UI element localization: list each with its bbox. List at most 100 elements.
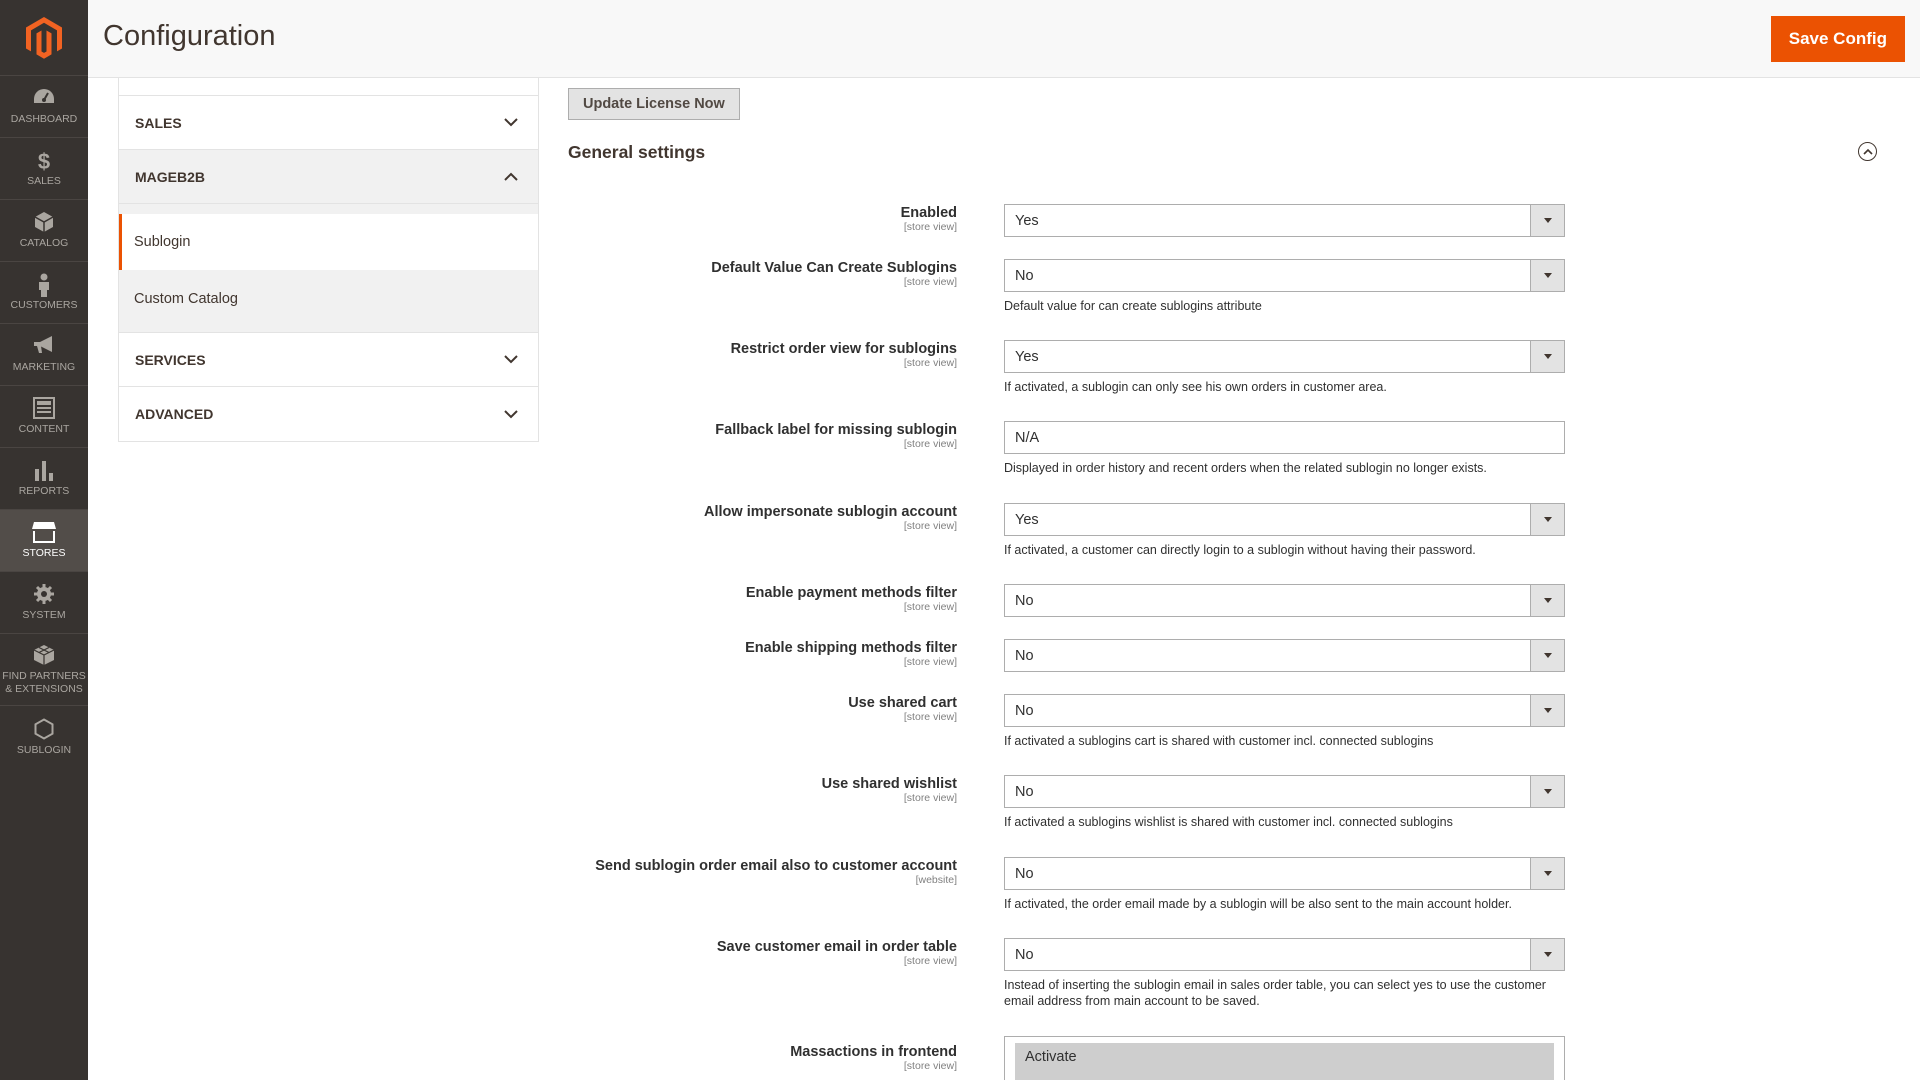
field-control: No If activated a sublogins cart is shar…	[1004, 694, 1565, 749]
field-label: Restrict order view for sublogins [store…	[517, 341, 957, 369]
person-icon	[36, 273, 52, 299]
field-label-text: Send sublogin order email also to custom…	[595, 858, 957, 874]
select-value: Yes	[1015, 511, 1039, 528]
nav-reports[interactable]: REPORTS	[0, 448, 88, 510]
field-label: Massactions in frontend [store view]	[517, 1044, 957, 1072]
nav-find-partners[interactable]: FIND PARTNERS & EXTENSIONS	[0, 634, 88, 706]
nav-catalog[interactable]: CATALOG	[0, 200, 88, 262]
field-control: Activate	[1004, 1036, 1565, 1080]
nav-content[interactable]: CONTENT	[0, 386, 88, 448]
field-label: Enable payment methods filter [store vie…	[517, 585, 957, 613]
nav-label: CONTENT	[18, 423, 70, 436]
tab-group-sales[interactable]: SALES	[119, 96, 538, 150]
massactions-multiselect[interactable]: Activate	[1004, 1036, 1565, 1080]
shipping-filter-select[interactable]: No	[1004, 639, 1565, 672]
select-value: No	[1015, 267, 1034, 284]
enabled-select[interactable]: Yes	[1004, 204, 1565, 237]
shared-wishlist-select[interactable]: No	[1004, 775, 1565, 808]
select-value: No	[1015, 865, 1034, 882]
save-config-button[interactable]: Save Config	[1770, 16, 1905, 62]
dropdown-arrow-icon	[1530, 504, 1564, 535]
dropdown-arrow-icon	[1530, 260, 1564, 291]
field-note: Displayed in order history and recent or…	[1004, 461, 1487, 475]
field-scope: [store view]	[903, 792, 957, 804]
dollar-icon: $	[37, 149, 51, 175]
field-control: No	[1004, 584, 1565, 617]
tab-item-sublogin[interactable]: Sublogin	[119, 214, 538, 270]
field-note: If activated, the order email made by a …	[1004, 897, 1512, 911]
field-label-text: Restrict order view for sublogins	[730, 341, 957, 357]
tab-group-advanced[interactable]: ADVANCED	[119, 387, 538, 441]
shared-cart-select[interactable]: No	[1004, 694, 1565, 727]
collapse-section-icon[interactable]	[1858, 142, 1877, 161]
order-email-select[interactable]: No	[1004, 857, 1565, 890]
field-label: Enabled [store view]	[517, 205, 957, 233]
dropdown-arrow-icon	[1530, 640, 1564, 671]
field-label-text: Use shared cart	[848, 695, 957, 711]
field-control: Yes	[1004, 204, 1565, 237]
dropdown-arrow-icon	[1530, 585, 1564, 616]
field-scope: [store view]	[903, 955, 957, 967]
tab-items-mageb2b: Sublogin Custom Catalog	[119, 204, 538, 333]
field-label: Default Value Can Create Sublogins [stor…	[517, 260, 957, 288]
update-license-button[interactable]: Update License Now	[568, 88, 740, 120]
nav-label: REPORTS	[18, 485, 70, 498]
nav-label: STORES	[22, 547, 66, 560]
nav-stores[interactable]: STORES	[0, 510, 88, 572]
config-tabs: SALES MAGEB2B Sublogin Custom Catalog SE…	[118, 78, 539, 442]
nav-label: SALES	[27, 175, 61, 188]
select-value: No	[1015, 647, 1034, 664]
tab-group-mageb2b[interactable]: MAGEB2B	[119, 150, 538, 204]
nav-dashboard[interactable]: DASHBOARD	[0, 76, 88, 138]
field-scope: [store view]	[903, 601, 957, 613]
hexagon-icon	[34, 718, 54, 744]
field-label-text: Massactions in frontend	[790, 1044, 957, 1060]
cubes-icon	[32, 644, 56, 670]
field-note: If activated a sublogins cart is shared …	[1004, 734, 1434, 748]
nav-sublogin[interactable]: SUBLOGIN	[0, 706, 88, 768]
default-create-select[interactable]: No	[1004, 259, 1565, 292]
nav-customers[interactable]: CUSTOMERS	[0, 262, 88, 324]
tab-group-label: SERVICES	[135, 351, 206, 368]
field-control: No If activated, the order email made by…	[1004, 857, 1565, 912]
field-control: No Instead of inserting the sublogin ema…	[1004, 938, 1565, 1010]
field-scope: [store view]	[903, 438, 957, 450]
fallback-label-input[interactable]: N/A	[1004, 421, 1565, 454]
field-label-text: Enable payment methods filter	[745, 585, 957, 601]
nav-label: CUSTOMERS	[10, 299, 78, 312]
select-value: No	[1015, 592, 1034, 609]
dropdown-arrow-icon	[1530, 205, 1564, 236]
section-title: General settings	[568, 142, 706, 162]
field-note: Default value for can create sublogins a…	[1004, 299, 1262, 313]
save-email-select[interactable]: No	[1004, 938, 1565, 971]
field-scope: [store view]	[903, 357, 957, 369]
nav-label: SUBLOGIN	[16, 743, 72, 756]
select-value: No	[1015, 783, 1034, 800]
tab-top-border	[119, 78, 538, 96]
nav-sales[interactable]: $ SALES	[0, 138, 88, 200]
chevron-down-icon	[500, 112, 522, 134]
dashboard-icon	[32, 87, 56, 113]
nav-system[interactable]: SYSTEM	[0, 572, 88, 634]
magento-logo[interactable]	[0, 0, 88, 76]
field-label-text: Use shared wishlist	[821, 776, 957, 792]
field-scope: [store view]	[903, 1060, 957, 1072]
tab-item-custom-catalog[interactable]: Custom Catalog	[119, 270, 538, 328]
box-icon	[33, 211, 55, 237]
multiselect-option[interactable]: Activate	[1015, 1043, 1554, 1080]
field-label-text: Fallback label for missing sublogin	[715, 422, 957, 438]
nav-label: DASHBOARD	[10, 113, 78, 126]
field-control: N/A Displayed in order history and recen…	[1004, 421, 1565, 476]
payment-filter-select[interactable]: No	[1004, 584, 1565, 617]
nav-marketing[interactable]: MARKETING	[0, 324, 88, 386]
field-scope: [store view]	[903, 520, 957, 532]
restrict-order-select[interactable]: Yes	[1004, 340, 1565, 373]
select-value: No	[1015, 946, 1034, 963]
tab-group-services[interactable]: SERVICES	[119, 333, 538, 387]
field-note: If activated a sublogins wishlist is sha…	[1004, 815, 1453, 829]
field-label-text: Save customer email in order table	[716, 939, 957, 955]
field-note: Instead of inserting the sublogin email …	[1004, 978, 1546, 1009]
page-header: Configuration Save Config	[88, 0, 1920, 78]
field-control: Yes If activated, a customer can directl…	[1004, 503, 1565, 558]
impersonate-select[interactable]: Yes	[1004, 503, 1565, 536]
